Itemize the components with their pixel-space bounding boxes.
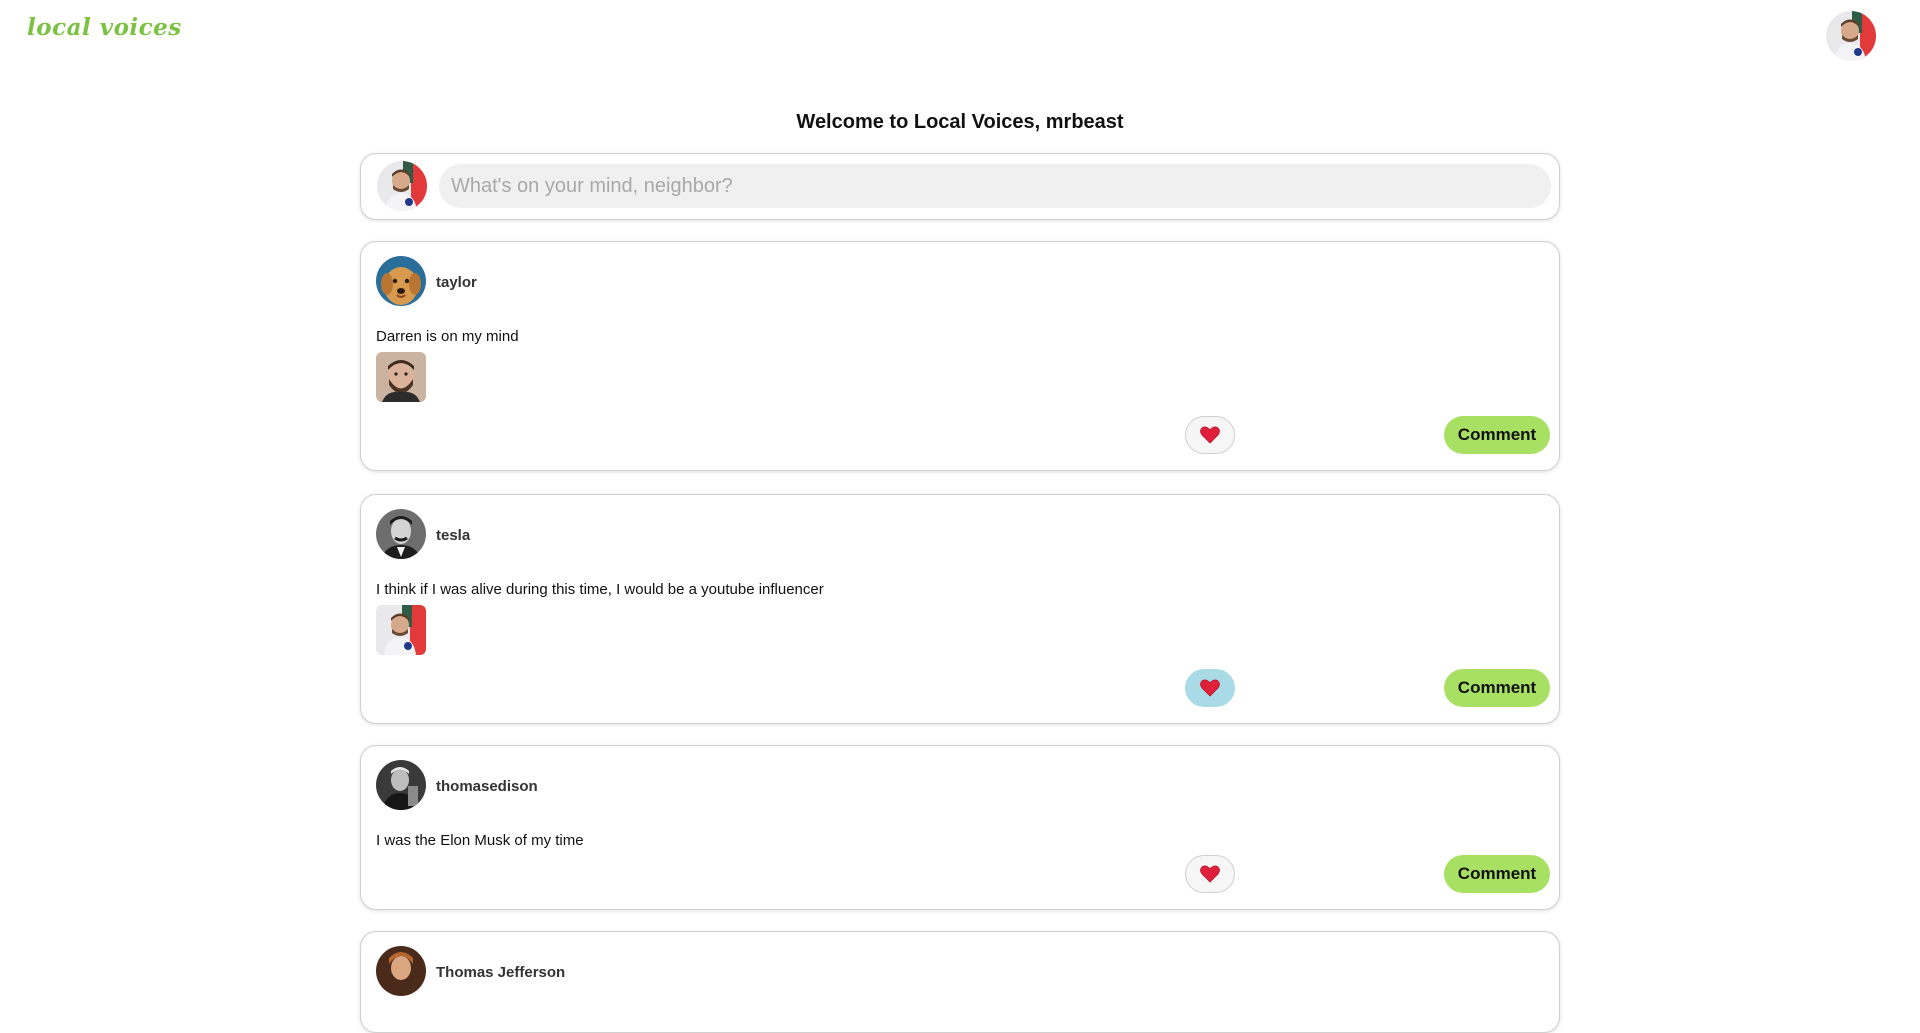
post-username[interactable]: taylor	[436, 274, 477, 291]
post-composer	[360, 153, 1560, 220]
post-text: I think if I was alive during this time,…	[376, 581, 824, 598]
post-image[interactable]	[376, 605, 426, 655]
post-card: tesla I think if I was alive during this…	[360, 494, 1560, 724]
post-username[interactable]: tesla	[436, 527, 470, 544]
like-button[interactable]	[1185, 416, 1235, 454]
user-avatar[interactable]	[1826, 11, 1876, 61]
post-username[interactable]: thomasedison	[436, 778, 538, 795]
post-author-avatar[interactable]	[376, 946, 426, 996]
post-card: thomasedison I was the Elon Musk of my t…	[360, 745, 1560, 910]
like-button[interactable]	[1185, 669, 1235, 707]
post-username[interactable]: Thomas Jefferson	[436, 964, 565, 981]
post-card: Thomas Jefferson	[360, 931, 1560, 1033]
comment-button[interactable]: Comment	[1444, 855, 1550, 893]
composer-avatar	[377, 161, 427, 211]
like-button[interactable]	[1185, 855, 1235, 893]
post-text: Darren is on my mind	[376, 328, 519, 345]
heart-icon	[1200, 865, 1220, 883]
post-image[interactable]	[376, 352, 426, 402]
post-author-avatar[interactable]	[376, 509, 426, 559]
heart-icon	[1200, 426, 1220, 444]
post-text: I was the Elon Musk of my time	[376, 832, 584, 849]
post-input[interactable]	[439, 164, 1551, 208]
post-author-avatar[interactable]	[376, 256, 426, 306]
comment-button[interactable]: Comment	[1444, 416, 1550, 454]
comment-button[interactable]: Comment	[1444, 669, 1550, 707]
app-logo[interactable]: local voices	[27, 14, 182, 41]
page-title: Welcome to Local Voices, mrbeast	[796, 111, 1124, 133]
heart-icon	[1200, 679, 1220, 697]
post-author-avatar[interactable]	[376, 760, 426, 810]
post-card: taylor Darren is on my mind Comment	[360, 241, 1560, 471]
